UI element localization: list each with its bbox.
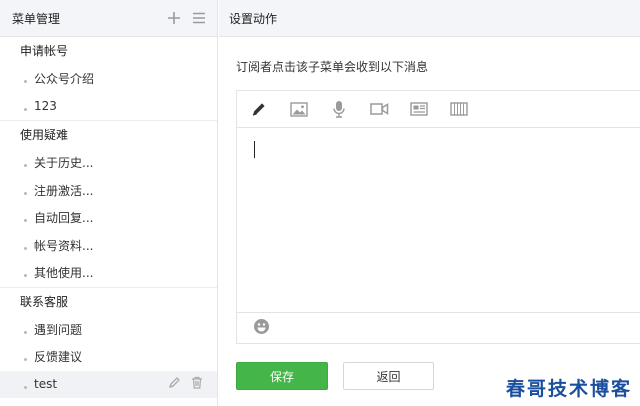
bullet-dot: [24, 80, 27, 84]
bullet-dot: [24, 385, 27, 389]
sub-menu-item[interactable]: 自动回复...: [0, 204, 217, 232]
sub-menu-label: 其他使用...: [34, 266, 94, 281]
menu-group-apply: 申请帐号 公众号介绍 123: [0, 37, 217, 121]
sub-menu-item[interactable]: 其他使用...: [0, 259, 217, 287]
editor-toolbar: [237, 91, 640, 128]
action-panel-header: 设置动作: [219, 0, 640, 37]
image-icon[interactable]: [289, 99, 309, 119]
emoji-icon[interactable]: [253, 318, 270, 338]
sub-menu-label: 公众号介绍: [34, 72, 95, 87]
menu-group-support: 联系客服 遇到问题 反馈建议 test: [0, 288, 217, 399]
sub-menu-label: 自动回复...: [34, 211, 94, 226]
menu-panel: 菜单管理 申请帐号 公众号介绍 123 使用疑难 关于历史... 注册激活...…: [0, 0, 218, 406]
pencil-icon[interactable]: [168, 376, 181, 392]
back-button[interactable]: 返回: [343, 362, 434, 390]
trash-icon[interactable]: [191, 376, 203, 392]
sub-menu-label: 遇到问题: [34, 322, 83, 337]
menu-lines-icon[interactable]: [191, 10, 207, 26]
video-icon[interactable]: [369, 99, 389, 119]
action-panel-title: 设置动作: [229, 11, 278, 26]
sub-menu-item[interactable]: 关于历史...: [0, 149, 217, 177]
sub-menu-label: test: [34, 377, 58, 392]
microphone-icon[interactable]: [329, 99, 349, 119]
menu-group-title[interactable]: 使用疑难: [0, 121, 217, 149]
bullet-dot: [24, 219, 27, 223]
news-card-icon[interactable]: [409, 99, 429, 119]
menu-panel-header: 菜单管理: [0, 0, 217, 37]
sub-menu-label: 反馈建议: [34, 350, 83, 365]
plus-icon[interactable]: [166, 10, 182, 26]
sub-menu-item-active[interactable]: test: [0, 370, 217, 399]
bullet-dot: [24, 191, 27, 195]
menu-panel-title: 菜单管理: [12, 11, 61, 26]
sub-menu-item[interactable]: 遇到问题: [0, 316, 217, 344]
menu-group-title[interactable]: 联系客服: [0, 288, 217, 316]
film-strip-icon[interactable]: [449, 99, 469, 119]
bullet-dot: [24, 330, 27, 334]
menu-group-help: 使用疑难 关于历史... 注册激活... 自动回复... 帐号资料... 其他使…: [0, 121, 217, 288]
sub-menu-item[interactable]: 反馈建议: [0, 343, 217, 371]
bullet-dot: [24, 107, 27, 111]
sub-menu-label: 帐号资料...: [34, 238, 94, 253]
sub-menu-item[interactable]: 帐号资料...: [0, 232, 217, 260]
menu-group-title[interactable]: 申请帐号: [0, 37, 217, 65]
text-caret: [254, 141, 255, 158]
sub-menu-label: 注册激活...: [34, 183, 94, 198]
sub-menu-label: 关于历史...: [34, 156, 94, 171]
message-textarea[interactable]: [237, 129, 640, 314]
bullet-dot: [24, 358, 27, 362]
bullet-dot: [24, 246, 27, 250]
bullet-dot: [24, 274, 27, 278]
action-description: 订阅者点击该子菜单会收到以下消息: [236, 60, 429, 74]
item-actions: [168, 371, 203, 399]
watermark-text: 春哥技术博客: [501, 372, 636, 403]
sub-menu-label: 123: [34, 99, 57, 114]
message-editor: [236, 90, 640, 344]
editor-footer: [237, 312, 640, 343]
sub-menu-item[interactable]: 注册激活...: [0, 177, 217, 205]
bullet-dot: [24, 164, 27, 168]
pencil-icon[interactable]: [249, 99, 269, 119]
save-button[interactable]: 保存: [236, 362, 328, 390]
sub-menu-item[interactable]: 公众号介绍: [0, 65, 217, 93]
sub-menu-item[interactable]: 123: [0, 93, 217, 121]
